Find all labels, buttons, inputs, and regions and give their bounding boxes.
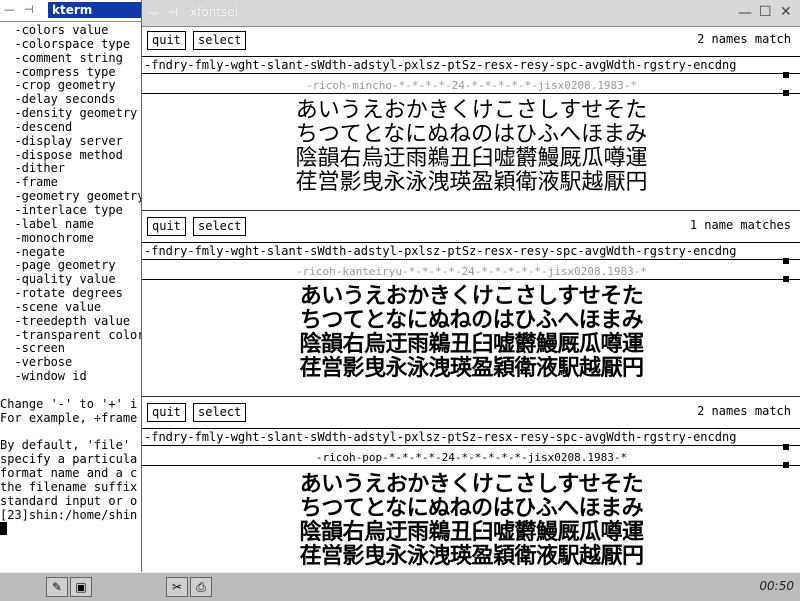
separator (142, 465, 800, 466)
kterm-titlebar[interactable]: — ⊣ kterm (0, 0, 141, 22)
terminal-line: -colors value (0, 24, 109, 37)
sample-text: あいうえおかきくけこさしすせそた ちつてとなにぬねのはひふへほまみ 陰韻右烏迂雨… (295, 98, 648, 195)
terminal-line: -frame (0, 176, 58, 190)
terminal-line: the filename suffix (0, 480, 138, 494)
terminal-line: -delay seconds (0, 93, 116, 107)
close-icon[interactable]: ✕ (780, 4, 792, 20)
terminal-line: -display server (0, 134, 123, 148)
font-pattern: -ricoh-pop-*-*-*-*-24-*-*-*-*-*-jisx0208… (315, 451, 628, 464)
font-pane-2: quit select 1 name matches -fndry-fmly-w… (142, 213, 800, 397)
terminal-line: -density geometry (0, 107, 138, 121)
scroll-marker (783, 258, 789, 264)
taskbar: ✎ ▣ ✂ ⎙ 00:50 (0, 572, 800, 601)
scissors-icon[interactable]: ✂ (166, 577, 188, 597)
font-pane-3: quit select 2 names match -fndry-fmly-wg… (142, 399, 800, 580)
terminal-line: -descend (0, 120, 73, 134)
field-header[interactable]: -fndry-fmly-wght-slant-sWdth-adstyl-pxls… (142, 242, 800, 260)
terminal-line: [23]shin:/home/shin (0, 508, 138, 522)
terminal-line: -rotate degrees (0, 287, 123, 301)
terminal-line: -monochrome (0, 231, 94, 245)
terminal-line: -negate (0, 245, 66, 259)
sample-text: あいうえおかきくけこさしすせそた ちつてとなにぬねのはひふへほまみ 陰韻右烏迂雨… (299, 472, 644, 569)
sample-text: あいうえおかきくけこさしすせそた ちつてとなにぬねのはひふへほまみ 陰韻右烏迂雨… (299, 284, 644, 381)
terminal-line: -crop geometry (0, 79, 116, 93)
select-button[interactable]: select (193, 31, 247, 50)
terminal-line: -screen (0, 342, 66, 356)
text-cursor (0, 522, 7, 536)
printer-icon[interactable]: ⎙ (190, 577, 212, 597)
kterm-title: kterm (48, 2, 141, 18)
quit-button[interactable]: quit (147, 403, 186, 422)
pin-icon[interactable]: ⊣ (24, 2, 34, 18)
terminal-line: -verbose (0, 356, 73, 370)
separator (142, 93, 800, 94)
terminal-line: -comment string (0, 51, 123, 65)
window-menu-icon[interactable]: — (148, 5, 159, 21)
terminal-line: -interlace type (0, 203, 123, 217)
maximize-icon[interactable]: ☐ (759, 4, 772, 20)
field-header[interactable]: -fndry-fmly-wght-slant-sWdth-adstyl-pxls… (142, 428, 800, 446)
terminal-line: -scene value (0, 300, 102, 314)
terminal-line: standard input or o (0, 494, 138, 508)
terminal-line: -transparent color (0, 328, 141, 342)
terminal-line: -label name (0, 217, 94, 231)
font-pane-1: quit select 2 names match -fndry-fmly-wg… (142, 27, 800, 211)
select-button[interactable]: select (193, 403, 247, 422)
terminal-line: By default, 'file' (0, 439, 131, 453)
quit-button[interactable]: quit (147, 217, 186, 236)
select-button[interactable]: select (193, 217, 247, 236)
field-header[interactable]: -fndry-fmly-wght-slant-sWdth-adstyl-pxls… (142, 56, 800, 74)
xfontsel-window[interactable]: — ⊣ xfontsel — ☐ ✕ quit select 2 names m… (141, 0, 800, 582)
kterm-window[interactable]: — ⊣ kterm -colors value -colorspace type… (0, 0, 142, 572)
terminal-line: -dispose method (0, 148, 123, 162)
monitor-icon[interactable]: ▣ (70, 577, 92, 597)
separator (142, 279, 800, 280)
terminal-line: -compress type (0, 65, 116, 79)
terminal-line: -dither (0, 162, 66, 176)
xfontsel-title: xfontsel (190, 5, 238, 19)
match-count: 1 name matches (689, 218, 791, 232)
match-count: 2 names match (697, 32, 791, 46)
terminal-output[interactable]: -colors value -colorspace type -comment … (0, 24, 141, 572)
terminal-line: specify a particula (0, 453, 138, 467)
tool-icon[interactable]: ✎ (46, 577, 68, 597)
match-count: 2 names match (697, 404, 791, 418)
font-pattern: -ricoh-kanteiryu-*-*-*-*-24-*-*-*-*-*-ji… (296, 265, 647, 278)
quit-button[interactable]: quit (147, 31, 186, 50)
scroll-marker (783, 444, 789, 450)
terminal-line: format name and a c (0, 467, 138, 480)
terminal-line: Change '-' to '+' i (0, 397, 138, 411)
minimize-icon[interactable]: — (738, 5, 752, 21)
xfontsel-titlebar[interactable]: — ⊣ xfontsel — ☐ ✕ (142, 0, 800, 27)
terminal-line: -colorspace type (0, 37, 131, 51)
font-pattern: -ricoh-mincho-*-*-*-*-24-*-*-*-*-*-jisx0… (305, 79, 638, 92)
terminal-line: -window id (0, 370, 87, 384)
window-menu-icon[interactable]: — (4, 2, 15, 18)
terminal-line: For example, +frame (0, 411, 138, 425)
terminal-line: -treedepth value (0, 314, 131, 328)
terminal-cursor-line (0, 522, 141, 536)
pin-icon[interactable]: ⊣ (168, 5, 178, 21)
clock: 00:50 (759, 579, 794, 593)
terminal-line: -geometry geometry (0, 190, 141, 204)
terminal-line: -page geometry (0, 259, 116, 273)
terminal-line: -quality value (0, 273, 116, 287)
scroll-marker (783, 72, 789, 78)
